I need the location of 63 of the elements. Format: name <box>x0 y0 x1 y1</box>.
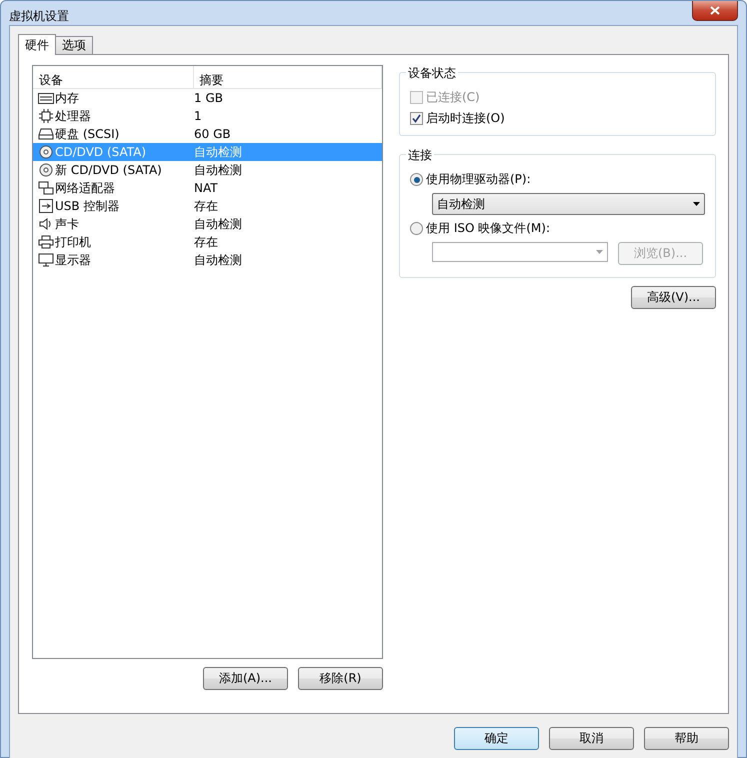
advanced-button[interactable]: 高级(V)... <box>631 286 716 309</box>
device-name: 显示器 <box>55 252 92 268</box>
device-row[interactable]: 硬盘 (SCSI) 60 GB <box>33 125 382 143</box>
device-name: 处理器 <box>55 108 92 124</box>
usb-icon <box>37 199 55 213</box>
dialog-button[interactable]: 确定 <box>454 726 539 750</box>
dialog-button[interactable]: 取消 <box>549 726 634 750</box>
device-summary: 1 <box>194 109 203 123</box>
monitor-icon <box>37 253 55 267</box>
radio-button[interactable] <box>410 222 423 235</box>
group-title: 设备状态 <box>406 65 458 82</box>
column-header[interactable]: 摘要 <box>194 66 382 88</box>
drive-dropdown[interactable]: 自动检测 <box>432 193 705 215</box>
dialog-button[interactable]: 帮助 <box>644 726 729 750</box>
device-summary: 存在 <box>194 234 219 250</box>
device-summary: 自动检测 <box>194 162 243 178</box>
checkbox-label: 启动时连接(O) <box>426 110 505 127</box>
device-summary: 自动检测 <box>194 144 243 160</box>
tab[interactable]: 硬件 <box>18 34 56 55</box>
checkbox[interactable] <box>410 112 423 125</box>
iso-path-field[interactable] <box>432 242 608 262</box>
radio-label: 使用 ISO 映像文件(M): <box>426 220 550 237</box>
window-title: 虚拟机设置 <box>9 8 69 25</box>
device-row[interactable]: USB 控制器 存在 <box>33 197 382 215</box>
disc-icon <box>37 163 55 177</box>
group-title: 连接 <box>406 147 434 164</box>
device-row[interactable]: 网络适配器 NAT <box>33 179 382 197</box>
close-icon <box>710 6 720 15</box>
device-name: 内存 <box>55 90 80 106</box>
device-summary: 1 GB <box>194 91 224 105</box>
device-summary: 60 GB <box>194 127 232 141</box>
device-name: CD/DVD (SATA) <box>55 145 148 159</box>
device-row[interactable]: 打印机 存在 <box>33 233 382 251</box>
disc-icon <box>37 145 55 159</box>
device-summary: 自动检测 <box>194 216 243 232</box>
printer-icon <box>37 235 55 249</box>
device-summary: 自动检测 <box>194 252 243 268</box>
device-name: 硬盘 (SCSI) <box>55 126 120 142</box>
remove-button[interactable]: 移除(R) <box>298 667 383 690</box>
device-row[interactable]: 声卡 自动检测 <box>33 215 382 233</box>
network-icon <box>37 181 55 195</box>
memory-icon <box>37 92 55 104</box>
radio-button[interactable] <box>410 173 423 186</box>
close-button[interactable] <box>692 1 738 21</box>
device-name: 打印机 <box>55 234 92 250</box>
device-row[interactable]: 新 CD/DVD (SATA) 自动检测 <box>33 161 382 179</box>
device-name: USB 控制器 <box>55 198 120 214</box>
device-row[interactable]: 显示器 自动检测 <box>33 251 382 269</box>
dropdown-arrow-icon <box>596 250 603 254</box>
radio-label: 使用物理驱动器(P): <box>426 171 531 188</box>
chip-icon <box>37 109 55 123</box>
dropdown-arrow-icon <box>693 202 700 206</box>
device-name: 网络适配器 <box>55 180 116 196</box>
device-name: 声卡 <box>55 216 80 232</box>
device-name: 新 CD/DVD (SATA) <box>55 162 163 178</box>
tab[interactable]: 选项 <box>55 36 93 54</box>
device-summary: 存在 <box>194 198 219 214</box>
device-row[interactable]: 内存 1 GB <box>33 89 382 107</box>
add-button[interactable]: 添加(A)... <box>203 667 288 690</box>
checkbox-label: 已连接(C) <box>426 89 480 106</box>
device-summary: NAT <box>194 181 219 195</box>
device-row[interactable]: 处理器 1 <box>33 107 382 125</box>
column-header[interactable]: 设备 <box>33 66 194 88</box>
